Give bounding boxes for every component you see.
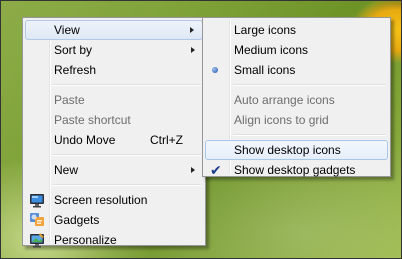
menu-item-label: Sort by — [54, 43, 93, 57]
menu-separator — [53, 154, 201, 156]
menu-item-label: Personalize — [54, 233, 117, 247]
submenu-arrow-icon — [190, 27, 194, 33]
menu-separator — [233, 84, 386, 86]
menu-item-label: Paste shortcut — [54, 113, 131, 127]
menu-item-label: Paste — [54, 93, 85, 107]
menu-item-label: Large icons — [234, 23, 297, 37]
menu-item-new[interactable]: New — [25, 160, 203, 180]
monitor-icon — [30, 194, 44, 208]
menu-item-label: Align icons to grid — [234, 113, 329, 127]
menu-item-align-icons-to-grid: Align icons to grid — [205, 110, 388, 130]
view-submenu: Large icons Medium icons Small icons Aut… — [202, 17, 391, 180]
menu-item-screen-resolution[interactable]: Screen resolution — [25, 190, 203, 210]
menu-item-view[interactable]: View — [25, 20, 203, 40]
submenu-arrow-icon — [191, 47, 195, 53]
menu-item-label: Screen resolution — [54, 193, 148, 207]
menu-item-label: Show desktop gadgets — [234, 163, 356, 177]
menu-item-large-icons[interactable]: Large icons — [205, 20, 388, 40]
menu-separator — [53, 84, 201, 86]
menu-item-label: Show desktop icons — [234, 143, 341, 157]
menu-item-auto-arrange-icons: Auto arrange icons — [205, 90, 388, 110]
checkmark-icon: ✔ — [210, 162, 222, 178]
menu-item-show-desktop-gadgets[interactable]: ✔ Show desktop gadgets — [205, 160, 388, 180]
gadgets-icon — [30, 213, 44, 226]
desktop-context-menu: View Sort by Refresh Paste Paste shortcu… — [22, 17, 206, 248]
menu-item-gadgets[interactable]: Gadgets — [25, 210, 203, 230]
menu-separator — [233, 134, 386, 136]
menu-item-shortcut: Ctrl+Z — [150, 133, 183, 147]
menu-item-undo-move[interactable]: Undo Move Ctrl+Z — [25, 130, 203, 150]
submenu-arrow-icon — [191, 167, 195, 173]
menu-item-paste-shortcut: Paste shortcut — [25, 110, 203, 130]
menu-item-label: Auto arrange icons — [234, 93, 335, 107]
menu-item-sort-by[interactable]: Sort by — [25, 40, 203, 60]
menu-item-paste: Paste — [25, 90, 203, 110]
menu-item-medium-icons[interactable]: Medium icons — [205, 40, 388, 60]
menu-item-refresh[interactable]: Refresh — [25, 60, 203, 80]
menu-item-personalize[interactable]: Personalize — [25, 230, 203, 250]
menu-item-label: Undo Move — [54, 133, 116, 147]
menu-item-label: New — [54, 163, 79, 177]
menu-item-label: View — [54, 23, 80, 37]
menu-item-show-desktop-icons[interactable]: Show desktop icons — [205, 140, 388, 160]
menu-item-small-icons[interactable]: Small icons — [205, 60, 388, 80]
menu-item-label: Medium icons — [234, 43, 309, 57]
menu-separator — [53, 184, 201, 186]
menu-item-label: Gadgets — [54, 213, 100, 227]
radio-bullet-icon — [212, 67, 218, 73]
menu-item-label: Small icons — [234, 63, 296, 77]
personalize-icon — [30, 233, 44, 248]
menu-item-label: Refresh — [54, 63, 97, 77]
